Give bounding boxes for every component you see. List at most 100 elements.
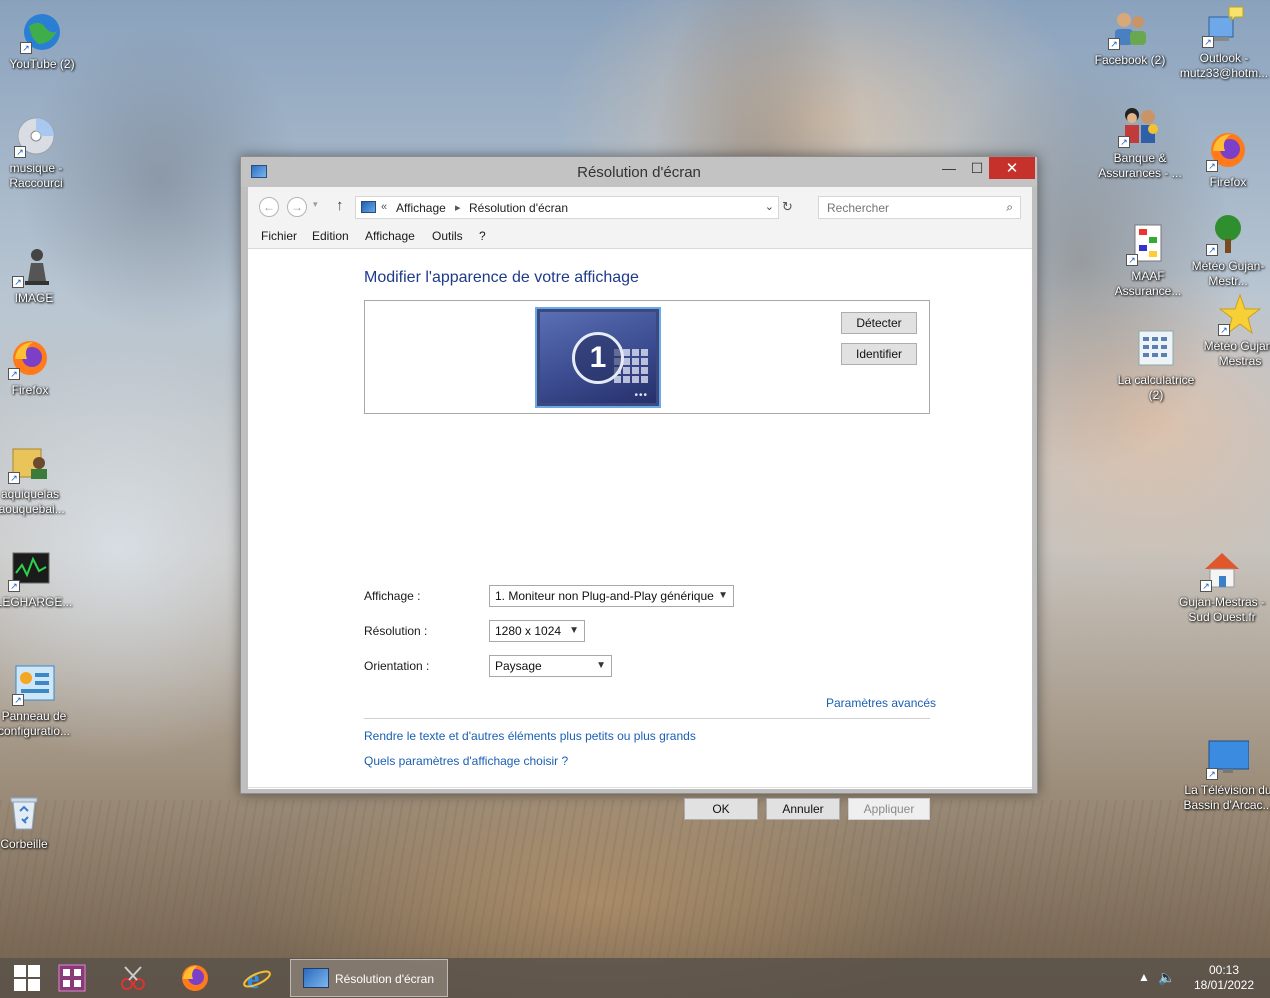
cancel-button[interactable]: Annuler bbox=[766, 798, 840, 820]
chevron-down-icon: ▼ bbox=[718, 590, 728, 601]
which-settings-link[interactable]: Quels paramètres d'affichage choisir ? bbox=[364, 754, 568, 768]
firefox-icon bbox=[182, 965, 208, 991]
up-button[interactable]: ↑ bbox=[336, 197, 344, 214]
resolution-select[interactable]: 1280 x 1024 ▼ bbox=[489, 620, 585, 642]
taskbar: e Résolution d'écran ▲ 🔈 00:13 18/01/202… bbox=[0, 958, 1270, 998]
desktop-icon-firefox-right[interactable]: ↗ Firefox bbox=[1182, 128, 1270, 190]
search-box[interactable]: ⌕ bbox=[818, 196, 1021, 219]
taskbar-calculator[interactable] bbox=[45, 958, 99, 998]
display-select-value: 1. Moniteur non Plug-and-Play générique bbox=[495, 589, 714, 603]
windows-logo-icon bbox=[14, 965, 40, 991]
taskbar-snipping-tool[interactable] bbox=[106, 958, 160, 998]
advanced-settings-link[interactable]: Paramètres avancés bbox=[826, 696, 936, 710]
menu-affichage[interactable]: Affichage bbox=[365, 229, 415, 243]
chevron-down-icon: ▼ bbox=[569, 625, 579, 636]
monitor-graph-icon: ↗ bbox=[8, 548, 52, 592]
close-button[interactable]: ✕ bbox=[989, 157, 1035, 179]
scissors-icon bbox=[121, 966, 145, 990]
breadcrumb-resolution[interactable]: Résolution d'écran bbox=[469, 201, 568, 215]
users-icon: ↗ bbox=[1108, 6, 1152, 50]
recent-locations-chevron-icon[interactable]: ▾ bbox=[313, 199, 318, 210]
navigation-bar: ← → ▾ ↑ « Affichage ▸ Résolution d'écran… bbox=[248, 187, 1032, 225]
apply-button[interactable]: Appliquer bbox=[848, 798, 930, 820]
divider bbox=[364, 718, 930, 719]
desktop-icon-television[interactable]: ↗ La Télévision du Bassin d'Arcac... bbox=[1182, 736, 1270, 813]
text-size-link[interactable]: Rendre le texte et d'autres éléments plu… bbox=[364, 729, 696, 743]
firefox-icon: ↗ bbox=[1206, 128, 1250, 172]
calculator-icon bbox=[1134, 326, 1178, 370]
desktop-icon-panneau[interactable]: ↗ Panneau de configuratio... bbox=[0, 662, 80, 739]
breadcrumb-separator: ▸ bbox=[455, 202, 461, 214]
address-bar[interactable]: « Affichage ▸ Résolution d'écran ⌄ bbox=[355, 196, 779, 219]
orientation-select[interactable]: Paysage ▼ bbox=[489, 655, 612, 677]
desktop-icon-facebook[interactable]: ↗ Facebook (2) bbox=[1084, 6, 1176, 68]
menu-fichier[interactable]: Fichier bbox=[261, 229, 297, 243]
chevron-down-icon: ▼ bbox=[596, 660, 606, 671]
minimize-button[interactable]: — bbox=[935, 157, 963, 179]
display-settings-icon bbox=[303, 968, 329, 988]
show-hidden-icons-chevron-icon[interactable]: ▲ bbox=[1138, 970, 1150, 998]
search-input[interactable] bbox=[819, 197, 989, 218]
internet-explorer-icon: e bbox=[243, 964, 271, 993]
desktop-icon-youtube[interactable]: ↗ YouTube (2) bbox=[0, 10, 88, 72]
folder-user-icon: ↗ bbox=[8, 440, 52, 484]
menu-help[interactable]: ? bbox=[479, 229, 486, 243]
forward-button[interactable]: → bbox=[287, 197, 307, 217]
monitor-screen: 1 ••• bbox=[540, 312, 656, 403]
menu-edition[interactable]: Edition bbox=[312, 229, 349, 243]
control-panel-icon: ↗ bbox=[12, 662, 56, 706]
desktop-icon-firefox-left[interactable]: ↗ Firefox bbox=[0, 336, 76, 398]
refresh-icon[interactable]: ↻ bbox=[782, 199, 793, 215]
document-chart-icon: ↗ bbox=[1126, 222, 1170, 266]
monitor-layout-panel: 1 ••• Détecter Identifier bbox=[364, 300, 930, 414]
taskbar-task-label: Résolution d'écran bbox=[335, 972, 435, 986]
breadcrumb-affichage[interactable]: Affichage bbox=[396, 201, 446, 215]
menu-bar: Fichier Edition Affichage Outils ? bbox=[248, 225, 1032, 249]
volume-icon[interactable]: 🔈 bbox=[1158, 969, 1175, 998]
window-title: Résolution d'écran bbox=[577, 164, 701, 181]
page-title: Modifier l'apparence de votre affichage bbox=[364, 269, 639, 286]
taskbar-internet-explorer[interactable]: e bbox=[230, 958, 284, 998]
desktop-icon-telecharge[interactable]: ↗ ELEGHARGE... bbox=[0, 548, 76, 610]
monitor-icon: ↗ bbox=[1206, 736, 1250, 780]
arrow-left-icon: ← bbox=[263, 200, 275, 214]
back-button[interactable]: ← bbox=[259, 197, 279, 217]
display-select[interactable]: 1. Moniteur non Plug-and-Play générique … bbox=[489, 585, 734, 607]
desktop-icon-maaf[interactable]: ↗ MAAF Assurance... bbox=[1102, 222, 1194, 299]
ok-button[interactable]: OK bbox=[684, 798, 758, 820]
identify-button[interactable]: Identifier bbox=[841, 343, 917, 365]
desktop-icon-meteo-2[interactable]: ↗ Météo Gujan-Mestras bbox=[1194, 292, 1270, 369]
system-clock[interactable]: 00:13 18/01/2022 bbox=[1186, 963, 1262, 993]
computer-chat-icon: ↗ bbox=[1202, 4, 1246, 48]
recycle-bin-icon bbox=[2, 790, 46, 834]
desktop-icon-corbeille[interactable]: Corbeille bbox=[0, 790, 70, 852]
desktop-icon-meteo-1[interactable]: ↗ Météo Gujan-Mestr... bbox=[1182, 212, 1270, 289]
desktop-icon-image[interactable]: ↗ IMAGE bbox=[0, 244, 80, 306]
monitor-number: 1 bbox=[572, 332, 624, 384]
taskbar-task-resolution[interactable]: Résolution d'écran bbox=[290, 959, 448, 997]
desktop-icon-musique[interactable]: ↗ musique - Raccourci bbox=[0, 114, 82, 191]
resolution-label: Résolution : bbox=[364, 624, 428, 638]
desktop-icon-gujan-sudouest[interactable]: ↗ Gujan-Mestras - Sud Ouest.fr bbox=[1176, 548, 1268, 625]
desktop-icon-calculatrice[interactable]: La calculatrice (2) bbox=[1110, 326, 1202, 403]
star-icon: ↗ bbox=[1218, 292, 1262, 336]
computer-icon bbox=[361, 201, 376, 213]
breadcrumb-overflow[interactable]: « bbox=[381, 201, 387, 213]
desktop-icon-aquiquelas[interactable]: ↗ aquiquelas taouquebai... bbox=[0, 440, 76, 517]
desktop-icon-banque[interactable]: ↗ Banque & Assurances - ... bbox=[1094, 104, 1186, 181]
taskbar-firefox[interactable] bbox=[168, 958, 222, 998]
house-icon: ↗ bbox=[1200, 548, 1244, 592]
divider bbox=[248, 787, 1032, 788]
address-dropdown-icon[interactable]: ⌄ bbox=[765, 200, 774, 213]
menu-outils[interactable]: Outils bbox=[432, 229, 463, 243]
orientation-label: Orientation : bbox=[364, 659, 430, 673]
display-label: Affichage : bbox=[364, 589, 421, 603]
title-bar[interactable]: Résolution d'écran — ☐ ✕ bbox=[241, 157, 1037, 187]
maximize-button[interactable]: ☐ bbox=[963, 157, 991, 179]
screen-resolution-window: Résolution d'écran — ☐ ✕ ← → ▾ ↑ « Affic… bbox=[240, 156, 1038, 820]
desktop-icon-outlook[interactable]: ↗ Outlook - mutz33@hotm... bbox=[1178, 4, 1270, 81]
detect-button[interactable]: Détecter bbox=[841, 312, 917, 334]
search-icon[interactable]: ⌕ bbox=[1006, 200, 1013, 215]
monitor-1-tile[interactable]: 1 ••• bbox=[535, 307, 661, 408]
orientation-select-value: Paysage bbox=[495, 659, 542, 673]
